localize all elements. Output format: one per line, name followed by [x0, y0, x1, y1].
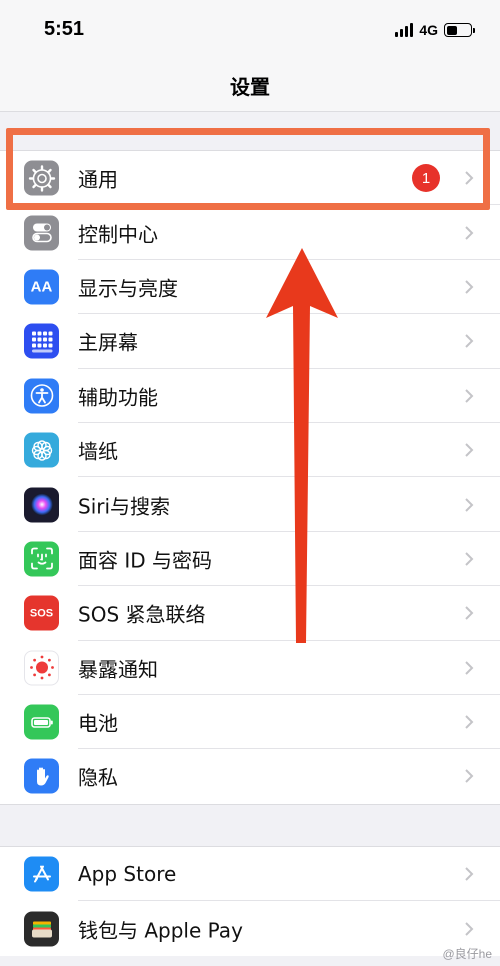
chevron-right-icon	[465, 280, 474, 294]
chevron-right-icon	[465, 497, 474, 512]
settings-row-label: SOS 紧急联络	[78, 602, 206, 627]
settings-row-label: 隐私	[78, 765, 118, 790]
chevron-right-icon	[465, 921, 474, 936]
settings-row-label: 控制中心	[78, 222, 158, 247]
accessibility-icon	[24, 378, 59, 414]
notification-badge: 1	[412, 164, 440, 193]
settings-group-main: 通用 1 控制中心 AA 显示与亮度 主屏幕 辅助功能 墙纸 Siri与搜索 面…	[0, 150, 500, 805]
chevron-right-icon	[465, 171, 474, 185]
watermark: @良仔he	[442, 947, 492, 961]
settings-group-store: App Store 钱包与 Apple Pay	[0, 846, 500, 956]
battery-icon	[24, 704, 59, 740]
settings-row-label: 钱包与 Apple Pay	[78, 918, 243, 943]
app-store-icon	[24, 856, 59, 892]
face-id-icon	[24, 541, 59, 577]
settings-row-wallet-apple-pay[interactable]: 钱包与 Apple Pay	[0, 901, 500, 955]
settings-row-home-screen[interactable]: 主屏幕	[0, 314, 500, 369]
settings-row-accessibility[interactable]: 辅助功能	[0, 369, 500, 423]
settings-row-label: 面容 ID 与密码	[78, 548, 213, 573]
chevron-right-icon	[465, 334, 474, 349]
siri-icon	[24, 487, 59, 523]
exposure-notification-icon	[24, 650, 59, 686]
settings-row-label: 通用	[78, 167, 118, 192]
status-time: 5:51	[44, 18, 85, 40]
toggle-switches-icon	[24, 215, 59, 251]
settings-row-battery[interactable]: 电池	[0, 695, 500, 750]
wallet-icon	[24, 911, 59, 947]
page-title: 设置	[230, 75, 270, 99]
up-arrow-annotation	[266, 248, 338, 643]
settings-row-label: App Store	[78, 862, 177, 887]
chevron-right-icon	[465, 867, 474, 881]
settings-row-display-brightness[interactable]: AA 显示与亮度	[0, 260, 500, 315]
status-bar: 5:51 4G	[0, 0, 500, 60]
battery-status-icon	[444, 23, 475, 37]
settings-row-exposure-notifications[interactable]: 暴露通知	[0, 641, 500, 695]
chevron-right-icon	[465, 552, 474, 566]
chevron-right-icon	[465, 660, 474, 675]
chevron-right-icon	[465, 769, 474, 784]
chevron-right-icon	[465, 606, 474, 621]
chevron-right-icon	[465, 715, 474, 729]
settings-row-label: 辅助功能	[78, 385, 158, 410]
home-screen-grid-icon	[24, 323, 59, 359]
battery-level-fill	[446, 25, 457, 35]
navigation-bar: 设置	[0, 60, 500, 112]
chevron-right-icon	[465, 389, 474, 403]
settings-row-general[interactable]: 通用 1	[0, 151, 500, 206]
sos-icon: SOS	[24, 595, 59, 631]
chevron-right-icon	[465, 225, 474, 240]
settings-row-label: 墙纸	[78, 439, 118, 464]
settings-row-wallpaper[interactable]: 墙纸	[0, 423, 500, 478]
text-size-icon: AA	[24, 269, 59, 305]
settings-row-app-store[interactable]: App Store	[0, 847, 500, 902]
status-indicators: 4G	[395, 20, 475, 40]
settings-row-control-center[interactable]: 控制中心	[0, 205, 500, 260]
settings-row-emergency-sos[interactable]: SOS SOS 紧急联络	[0, 586, 500, 641]
cellular-signal-icon	[395, 23, 414, 37]
settings-row-label: 电池	[78, 711, 118, 736]
settings-row-label: 主屏幕	[78, 330, 138, 355]
flower-icon	[24, 432, 59, 468]
settings-row-siri-search[interactable]: Siri与搜索	[0, 477, 500, 532]
settings-row-privacy[interactable]: 隐私	[0, 749, 500, 803]
chevron-right-icon	[465, 443, 474, 457]
hand-icon	[24, 758, 59, 794]
settings-row-label: 显示与亮度	[78, 276, 178, 301]
settings-row-label: Siri与搜索	[78, 494, 171, 519]
network-type: 4G	[419, 22, 438, 38]
gear-icon	[24, 160, 59, 196]
settings-row-face-id-passcode[interactable]: 面容 ID 与密码	[0, 532, 500, 587]
settings-row-label: 暴露通知	[78, 657, 158, 682]
